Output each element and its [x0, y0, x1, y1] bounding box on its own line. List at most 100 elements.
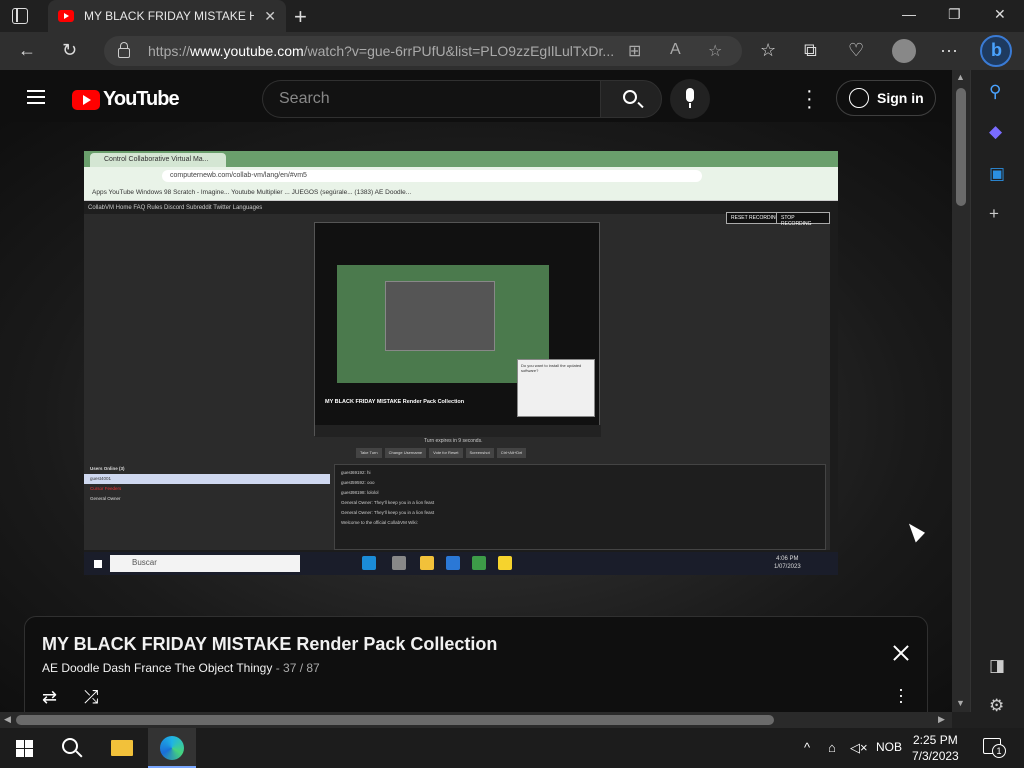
user-icon [849, 88, 869, 108]
video-chat-line: General Owner: They'll keep you in a lio… [341, 500, 435, 505]
video-stop-recording: STOP RECORDING [776, 212, 830, 227]
volume-muted-icon[interactable]: ◁× [850, 740, 868, 756]
favorite-star-icon[interactable]: ☆ [708, 41, 722, 61]
windows-start-icon[interactable] [16, 740, 33, 757]
outlook-icon[interactable]: ▣ [989, 164, 1005, 184]
scroll-right-icon[interactable]: ▶ [938, 714, 945, 725]
youtube-logo-icon [72, 89, 100, 110]
video-taskbar-search: Buscar [110, 555, 300, 572]
loop-playlist-icon[interactable]: ⇄ [42, 687, 57, 708]
video-folder-app-icon [420, 556, 434, 570]
tab-title: MY BLACK FRIDAY MISTAKE Has [84, 9, 254, 23]
app-available-icon[interactable]: ⊞ [628, 41, 641, 61]
scroll-up-icon[interactable]: ▲ [956, 72, 965, 82]
read-aloud-icon[interactable]: A [670, 41, 681, 59]
scroll-down-icon[interactable]: ▼ [956, 698, 965, 708]
vertical-scrollbar[interactable]: ▲ ▼ [952, 70, 970, 712]
video-turn-caption: Turn expires in 9 seconds. [424, 438, 483, 444]
search-input[interactable] [263, 81, 593, 117]
video-collabvm-header: CollabVM Home FAQ Rules Discord Subreddi… [84, 202, 830, 214]
copilot-icon[interactable]: ◆ [989, 122, 1002, 142]
youtube-logo[interactable]: YouTube [72, 88, 180, 111]
horizontal-scrollbar[interactable]: ◀ ▶ [0, 712, 952, 728]
network-icon[interactable]: ⌂ [828, 740, 836, 755]
video-chrome-app-icon [472, 556, 486, 570]
playlist-channel[interactable]: AE Doodle Dash France The Object Thingy [42, 661, 272, 675]
refresh-button[interactable]: ↻ [62, 40, 77, 61]
browser-tab-strip: MY BLACK FRIDAY MISTAKE Has ✕ + — ❐ ✕ [0, 0, 1024, 32]
taskbar-clock[interactable]: 2:25 PM 7/3/2023 [912, 732, 959, 764]
video-users-panel: Users Online (3) guest4001 Cursor Feeder… [84, 464, 330, 550]
video-user: General Owner [90, 496, 121, 501]
clock-time: 2:25 PM [913, 733, 958, 747]
horizontal-scroll-thumb[interactable] [16, 715, 774, 725]
file-explorer-icon[interactable] [111, 740, 133, 756]
profile-avatar[interactable] [892, 39, 916, 63]
add-sidebar-icon[interactable]: + [989, 204, 999, 224]
language-indicator[interactable]: NOB [876, 740, 902, 754]
playlist-meta: AE Doodle Dash France The Object Thingy … [42, 661, 320, 675]
browser-tab-active[interactable]: MY BLACK FRIDAY MISTAKE Has ✕ [48, 0, 286, 32]
taskbar-search-icon[interactable] [62, 738, 78, 754]
tab-actions-icon[interactable] [12, 8, 28, 24]
close-window-button[interactable]: ✕ [994, 6, 1006, 23]
edge-taskbar-button[interactable] [148, 728, 196, 768]
settings-kebab-icon[interactable]: · · · [806, 81, 813, 117]
playlist-panel: MY BLACK FRIDAY MISTAKE Render Pack Coll… [24, 616, 928, 712]
video-user: guest4001 [84, 474, 330, 484]
playlist-more-icon[interactable]: · · · [898, 680, 904, 710]
video-vm-button: Take Turn [356, 448, 382, 458]
sidebar-settings-icon[interactable]: ⚙ [989, 696, 1004, 716]
youtube-page: YouTube ··· Sign in Control Collaborativ… [0, 70, 952, 712]
favorites-icon[interactable]: ☆ [760, 40, 776, 61]
video-vm-buttons: Take Turn Change Username Vote for Reset… [356, 448, 527, 458]
search-icon[interactable]: ⚲ [989, 82, 1001, 102]
video-clock-time: 4:06 PM [776, 556, 799, 562]
shuffle-playlist-icon[interactable]: ⤮ [84, 687, 98, 708]
video-chat-line: Welcome to the official CollabVM Wiki: [341, 520, 418, 525]
new-tab-button[interactable]: + [294, 4, 307, 30]
edge-icon [160, 736, 184, 760]
restore-button[interactable]: ❐ [948, 6, 961, 23]
browser-toolbar: ← ↻ https://www.youtube.com/watch?v=gue-… [0, 32, 1024, 70]
settings-more-icon[interactable]: ··· [940, 40, 958, 61]
hamburger-menu-icon[interactable] [27, 90, 45, 104]
back-button[interactable]: ← [18, 40, 36, 61]
close-playlist-icon[interactable] [891, 643, 911, 663]
address-bar[interactable]: https://www.youtube.com/watch?v=gue-6rrP… [104, 36, 742, 66]
video-chat-line: guest69192: hi [341, 470, 371, 475]
clock-date: 7/3/2023 [912, 749, 959, 763]
notification-count-badge: 1 [992, 744, 1006, 758]
video-inner-title: MY BLACK FRIDAY MISTAKE Render Pack Coll… [325, 399, 465, 405]
bing-chat-icon[interactable] [980, 35, 1012, 67]
video-bookmarks-bar: Apps YouTube Windows 98 Scratch - Imagin… [84, 185, 838, 201]
video-browser-tabbar: Control Collaborative Virtual Ma... [84, 151, 838, 167]
tab-close-icon[interactable]: ✕ [264, 8, 276, 25]
video-taskbar-clock: 4:06 PM 1/07/2023 [774, 555, 801, 571]
search-button[interactable] [600, 80, 662, 118]
hide-sidebar-icon[interactable]: ◨ [989, 656, 1005, 676]
video-windows-logo-icon [94, 560, 102, 568]
tray-chevron-icon[interactable]: ^ [804, 740, 810, 755]
video-chat-line: guest59592: ooo [341, 480, 375, 485]
performance-icon[interactable]: ♡ [848, 40, 864, 61]
video-browser-tab: Control Collaborative Virtual Ma... [90, 153, 226, 167]
video-users-header: Users Online (3) [90, 466, 125, 471]
scroll-left-icon[interactable]: ◀ [4, 714, 11, 725]
video-dialog: Do you want to install the updated softw… [517, 359, 595, 417]
video-store-app-icon [392, 556, 406, 570]
minimize-button[interactable]: — [902, 6, 916, 22]
video-player[interactable]: Control Collaborative Virtual Ma... comp… [84, 151, 838, 575]
video-chat-panel: guest69192: hi guest59592: ooo guest9819… [334, 464, 826, 550]
video-browser-urlbar: computernewb.com/collab-vm/lang/en/#vm5 [84, 167, 838, 185]
sign-in-button[interactable]: Sign in [836, 80, 936, 116]
vertical-scroll-thumb[interactable] [956, 88, 966, 206]
youtube-logo-text: YouTube [103, 88, 180, 110]
collections-icon[interactable]: ⧉ [804, 40, 817, 61]
edge-sidebar: ⚲ ◆ ▣ + ◨ ⚙ [970, 70, 1024, 715]
video-notes-app-icon [498, 556, 512, 570]
playlist-title[interactable]: MY BLACK FRIDAY MISTAKE Render Pack Coll… [42, 634, 497, 655]
voice-search-button[interactable] [670, 79, 710, 119]
youtube-favicon-icon [58, 10, 74, 22]
video-edge-app-icon [362, 556, 376, 570]
